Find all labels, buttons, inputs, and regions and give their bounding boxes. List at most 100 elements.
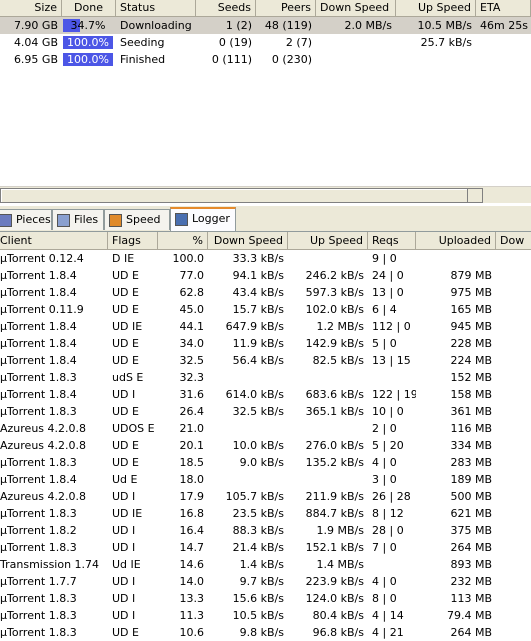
peer-row[interactable]: µTorrent 1.8.3 UD I 14.7 21.4 kB/s 152.1 kB/…: [0, 539, 531, 556]
peer-client: µTorrent 1.8.3: [0, 371, 77, 384]
tab-logger[interactable]: Logger: [170, 207, 236, 231]
peer-row[interactable]: µTorrent 1.8.4 UD E 32.5 56.4 kB/s 82.5 kB/s…: [0, 352, 531, 369]
column-header-down-speed[interactable]: Down Speed: [208, 232, 288, 249]
peer-row[interactable]: Azureus 4.2.0.8 UD I 17.9 105.7 kB/s 211.9 k…: [0, 488, 531, 505]
peer-down: 647.9 kB/s: [225, 320, 284, 333]
peer-reqs: 4 | 14: [372, 609, 404, 622]
column-header-flags[interactable]: Flags: [108, 232, 158, 249]
peer-up: 223.9 kB/s: [305, 575, 364, 588]
peer-up: 152.1 kB/s: [305, 541, 364, 554]
peer-row[interactable]: µTorrent 0.11.9 UD E 45.0 15.7 kB/s 102.0 kB…: [0, 301, 531, 318]
peer-up: [288, 420, 368, 437]
peer-pct: 18.0: [179, 473, 205, 486]
peer-down: 23.5 kB/s: [232, 507, 284, 520]
peer-up: 683.6 kB/s: [305, 388, 364, 401]
peer-row[interactable]: µTorrent 1.8.4 UD E 34.0 11.9 kB/s 142.9 kB/…: [0, 335, 531, 352]
peer-pct: 16.4: [179, 524, 205, 537]
column-header-reqs[interactable]: Reqs: [368, 232, 416, 249]
peer-row[interactable]: µTorrent 1.8.3 UD E 10.6 9.8 kB/s 96.8 kB/s 4…: [0, 624, 531, 641]
peer-up: 96.8 kB/s: [312, 626, 364, 639]
peer-row[interactable]: µTorrent 1.8.4 Ud E 18.0 3 | 0 189 MB: [0, 471, 531, 488]
peer-uploaded: 79.4 MB: [446, 609, 492, 622]
peer-row[interactable]: µTorrent 1.8.3 UD IE 16.8 23.5 kB/s 884.7 kB…: [0, 505, 531, 522]
column-header-size[interactable]: Size: [0, 0, 62, 16]
horizontal-scrollbar[interactable]: [0, 186, 531, 203]
peer-down: 9.0 kB/s: [239, 456, 284, 469]
peer-row[interactable]: µTorrent 1.8.4 UD I 31.6 614.0 kB/s 683.6 kB…: [0, 386, 531, 403]
torrent-status: Finished: [120, 53, 166, 66]
peer-reqs: 9 | 0: [372, 252, 397, 265]
peer-client: µTorrent 1.8.3: [0, 541, 77, 554]
peer-row[interactable]: µTorrent 1.8.3 udS E 32.3 152 MB: [0, 369, 531, 386]
peer-flags: UD E: [112, 337, 139, 350]
peer-uploaded: 361 MB: [450, 405, 492, 418]
peer-row[interactable]: µTorrent 1.7.7 UD I 14.0 9.7 kB/s 223.9 kB/s…: [0, 573, 531, 590]
peer-reqs: 4 | 0: [372, 456, 397, 469]
scrollbar-thumb[interactable]: [0, 188, 468, 203]
column-header-eta[interactable]: ETA: [476, 0, 531, 16]
peer-pct: 100.0: [172, 252, 205, 265]
peer-row[interactable]: µTorrent 1.8.4 UD E 77.0 94.1 kB/s 246.2 kB/…: [0, 267, 531, 284]
scroll-left-button[interactable]: [467, 188, 483, 203]
peer-down: [208, 369, 288, 386]
progress-bar: 100.0%: [63, 53, 113, 66]
peer-row[interactable]: µTorrent 1.8.3 UD I 13.3 15.6 kB/s 124.0 kB/…: [0, 590, 531, 607]
tab-files[interactable]: Files: [52, 209, 104, 230]
tab-pieces[interactable]: Pieces: [0, 209, 52, 230]
peer-pct: 31.6: [179, 388, 205, 401]
peer-uploaded: 232 MB: [450, 575, 492, 588]
peer-row[interactable]: µTorrent 1.8.4 UD IE 44.1 647.9 kB/s 1.2 MB/…: [0, 318, 531, 335]
peer-client: µTorrent 1.8.3: [0, 405, 77, 418]
peer-pct: 10.6: [179, 626, 205, 639]
column-header-down-speed[interactable]: Down Speed: [316, 0, 396, 16]
column-header-status[interactable]: Status: [116, 0, 196, 16]
torrent-row[interactable]: 4.04 GB 100.0% Seeding 0 (19) 2 (7) 25.7 kB/s: [0, 34, 531, 51]
peer-down: 32.5 kB/s: [232, 405, 284, 418]
torrent-eta: [476, 51, 531, 68]
peer-uploaded: 264 MB: [450, 626, 492, 639]
peer-up: 82.5 kB/s: [312, 354, 364, 367]
column-header-uploaded[interactable]: Uploaded: [416, 232, 496, 249]
peer-uploaded: 113 MB: [450, 592, 492, 605]
peer-row[interactable]: Azureus 4.2.0.8 UD E 20.1 10.0 kB/s 276.0 kB…: [0, 437, 531, 454]
peer-reqs: 26 | 28: [372, 490, 411, 503]
column-header-dow[interactable]: Dow: [496, 232, 531, 249]
torrent-row[interactable]: 6.95 GB 100.0% Finished 0 (111) 0 (230): [0, 51, 531, 68]
peer-flags: UD E: [112, 354, 139, 367]
peer-pct: 14.6: [179, 558, 205, 571]
torrent-row[interactable]: 7.90 GB 34.7% Downloading 1 (2) 48 (119) 2.0 …: [0, 17, 531, 34]
torrent-list-header: Size Done Status Seeds Peers Down Speed Up Spe…: [0, 0, 531, 17]
peer-down: 1.4 kB/s: [239, 558, 284, 571]
peer-pct: 32.5: [179, 354, 205, 367]
peer-reqs: [368, 369, 416, 386]
tab-speed[interactable]: Speed: [104, 209, 170, 230]
peer-row[interactable]: µTorrent 1.8.4 UD E 62.8 43.4 kB/s 597.3 kB/…: [0, 284, 531, 301]
column-header-percent[interactable]: %: [158, 232, 208, 249]
torrent-seeds: 0 (19): [218, 36, 252, 49]
logger-icon: [175, 212, 188, 226]
peer-reqs: [368, 556, 416, 573]
peer-down: 614.0 kB/s: [225, 388, 284, 401]
peer-row[interactable]: µTorrent 1.8.2 UD I 16.4 88.3 kB/s 1.9 MB/s 2…: [0, 522, 531, 539]
peer-row[interactable]: Transmission 1.74 Ud IE 14.6 1.4 kB/s 1.4 MB…: [0, 556, 531, 573]
peer-down: 9.7 kB/s: [239, 575, 284, 588]
peer-row[interactable]: µTorrent 1.8.3 UD I 11.3 10.5 kB/s 80.4 kB/s…: [0, 607, 531, 624]
peer-reqs: 4 | 0: [372, 575, 397, 588]
peer-row[interactable]: µTorrent 1.8.3 UD E 26.4 32.5 kB/s 365.1 kB/…: [0, 403, 531, 420]
torrent-seeds: 0 (111): [211, 53, 252, 66]
torrent-size: 7.90 GB: [13, 19, 58, 32]
column-header-peers[interactable]: Peers: [256, 0, 316, 16]
peer-uploaded: 152 MB: [450, 371, 492, 384]
column-header-seeds[interactable]: Seeds: [196, 0, 256, 16]
peer-row[interactable]: µTorrent 0.12.4 D IE 100.0 33.3 kB/s 9 | 0: [0, 250, 531, 267]
column-header-client[interactable]: Client: [0, 232, 108, 249]
peer-pct: 44.1: [179, 320, 205, 333]
peer-flags: UD E: [112, 286, 139, 299]
peer-up: 365.1 kB/s: [305, 405, 364, 418]
column-header-up-speed[interactable]: Up Speed: [396, 0, 476, 16]
column-header-done[interactable]: Done: [62, 0, 116, 16]
peer-row[interactable]: µTorrent 1.8.3 UD E 18.5 9.0 kB/s 135.2 kB/s…: [0, 454, 531, 471]
peer-reqs: 4 | 21: [372, 626, 404, 639]
column-header-up-speed[interactable]: Up Speed: [288, 232, 368, 249]
peer-row[interactable]: Azureus 4.2.0.8 UDOS E 21.0 2 | 0 116 MB: [0, 420, 531, 437]
